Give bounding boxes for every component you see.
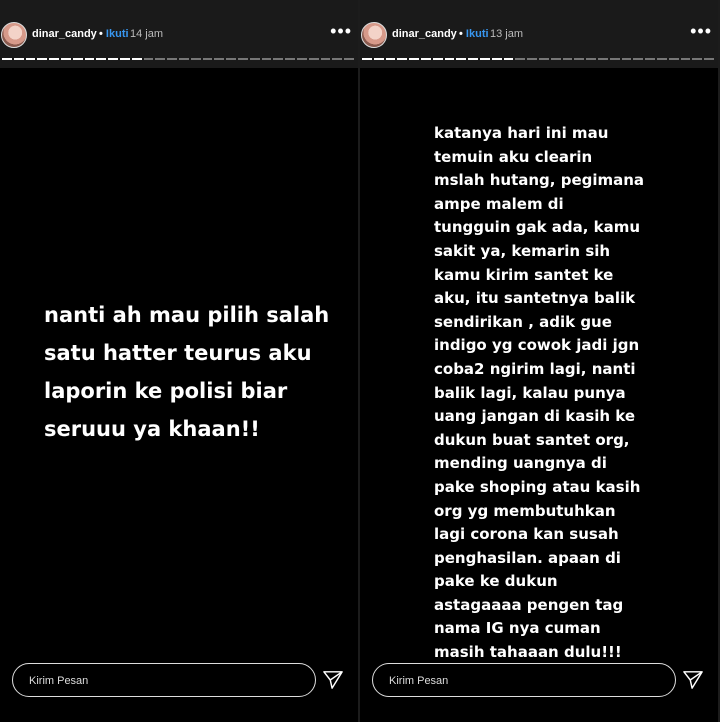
progress-segment [515, 58, 526, 60]
progress-segment [597, 58, 608, 60]
progress-segment [503, 58, 514, 60]
progress-segment [202, 58, 213, 60]
progress-segment [633, 58, 644, 60]
progress-segment [704, 58, 714, 60]
reply-placeholder: Kirim Pesan [29, 675, 89, 687]
send-icon[interactable] [322, 670, 344, 690]
username[interactable]: dinar_candy [392, 28, 457, 40]
progress-segment [656, 58, 667, 60]
story-header: dinar_candy • Ikuti 14 jam ••• [0, 0, 358, 68]
progress-segment [680, 58, 691, 60]
progress-segment [60, 58, 71, 60]
progress-segment [273, 58, 284, 60]
progress-segment [72, 58, 83, 60]
progress-segment [562, 58, 573, 60]
post-time: 13 jam [490, 28, 524, 40]
progress-segment [119, 58, 130, 60]
progress-segment [108, 58, 118, 60]
story-panel-left[interactable]: dinar_candy • Ikuti 14 jam ••• nanti ah … [0, 0, 358, 722]
progress-segment [373, 58, 384, 60]
story-progress-bar [2, 58, 354, 60]
progress-segment [491, 58, 502, 60]
username[interactable]: dinar_candy [32, 28, 97, 40]
progress-segment [308, 58, 319, 60]
progress-segment [226, 58, 236, 60]
progress-segment [397, 58, 408, 60]
progress-segment [237, 58, 248, 60]
story-header: dinar_candy • Ikuti 13 jam ••• [360, 0, 718, 68]
progress-segment [214, 58, 225, 60]
progress-segment [332, 58, 343, 60]
progress-segment [249, 58, 260, 60]
progress-segment [178, 58, 189, 60]
progress-segment [668, 58, 679, 60]
story-panel-right[interactable]: dinar_candy • Ikuti 13 jam ••• katanya h… [360, 0, 718, 722]
avatar[interactable] [361, 22, 387, 48]
progress-segment [190, 58, 201, 60]
progress-segment [385, 58, 396, 60]
more-options-icon[interactable]: ••• [690, 22, 712, 40]
story-progress-bar [362, 58, 714, 60]
progress-segment [574, 58, 585, 60]
progress-segment [645, 58, 655, 60]
follow-button[interactable]: • Ikuti [99, 28, 129, 40]
progress-segment [479, 58, 490, 60]
post-time: 14 jam [130, 28, 164, 40]
follow-button[interactable]: • Ikuti [459, 28, 489, 40]
progress-segment [84, 58, 95, 60]
progress-segment [456, 58, 467, 60]
reply-input[interactable]: Kirim Pesan [12, 663, 316, 697]
progress-segment [609, 58, 620, 60]
progress-segment [527, 58, 537, 60]
progress-segment [409, 58, 419, 60]
progress-segment [362, 58, 372, 60]
progress-segment [96, 58, 107, 60]
progress-segment [143, 58, 154, 60]
progress-segment [444, 58, 455, 60]
reply-input[interactable]: Kirim Pesan [372, 663, 676, 697]
story-text: katanya hari ini mau temuin aku clearin … [434, 124, 645, 662]
progress-segment [2, 58, 12, 60]
progress-segment [296, 58, 307, 60]
more-options-icon[interactable]: ••• [330, 22, 352, 40]
progress-segment [586, 58, 596, 60]
progress-segment [49, 58, 59, 60]
reply-placeholder: Kirim Pesan [389, 675, 449, 687]
progress-segment [285, 58, 295, 60]
progress-segment [432, 58, 443, 60]
progress-segment [13, 58, 24, 60]
progress-segment [538, 58, 549, 60]
progress-segment [25, 58, 36, 60]
avatar[interactable] [1, 22, 27, 48]
story-text: nanti ah mau pilih salah satu hatter teu… [44, 303, 330, 441]
progress-segment [420, 58, 431, 60]
progress-segment [155, 58, 166, 60]
progress-segment [167, 58, 177, 60]
progress-segment [37, 58, 48, 60]
progress-segment [131, 58, 142, 60]
send-icon[interactable] [682, 670, 704, 690]
progress-segment [344, 58, 354, 60]
progress-segment [468, 58, 478, 60]
progress-segment [692, 58, 703, 60]
progress-segment [550, 58, 561, 60]
progress-segment [261, 58, 272, 60]
progress-segment [621, 58, 632, 60]
progress-segment [320, 58, 331, 60]
